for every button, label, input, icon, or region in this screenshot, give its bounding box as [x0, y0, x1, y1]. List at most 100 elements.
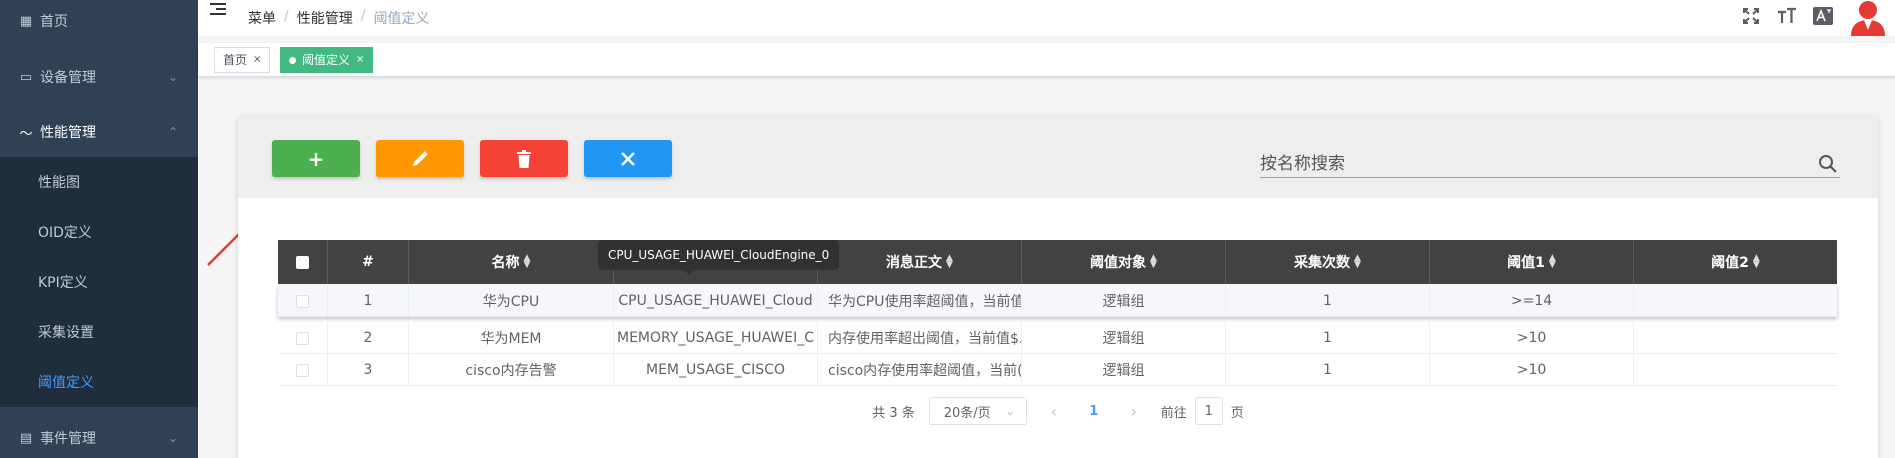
- row-select-cell: [278, 354, 328, 386]
- toolbar: +: [238, 116, 1878, 198]
- breadcrumb-item[interactable]: 性能管理: [297, 8, 353, 28]
- pagination: 共 3 条 20条/页 ⌄ ‹ 1 › 前往 1 页: [238, 396, 1878, 426]
- cell-index: 1: [328, 285, 409, 317]
- pagination-total: 共 3 条: [872, 405, 915, 421]
- next-page-button[interactable]: ›: [1121, 402, 1147, 421]
- cell-message: cisco内存使用率超阈值，当前(: [818, 354, 1022, 386]
- submenu-item-oid[interactable]: OID定义: [0, 207, 198, 257]
- column-header-threshold2[interactable]: 阈值2 ▲ ▼: [1634, 240, 1837, 284]
- font-size-icon[interactable]: [1769, 7, 1805, 30]
- column-header-object[interactable]: 阈值对象 ▲ ▼: [1022, 240, 1226, 284]
- close-icon[interactable]: ×: [253, 48, 261, 72]
- navbar-actions: [1733, 0, 1895, 36]
- column-header-label: 名称: [491, 255, 520, 271]
- column-header-index: #: [328, 240, 409, 284]
- search-input[interactable]: [1260, 152, 1800, 176]
- sort-icon[interactable]: ▲ ▼: [1354, 254, 1361, 270]
- add-button-label: +: [307, 146, 325, 171]
- submenu-item-threshold[interactable]: 阈值定义: [0, 357, 198, 407]
- table-row[interactable]: 2 华为MEM MEMORY_USAGE_HUAWEI_C 内存使用率超出阈值，…: [278, 322, 1837, 354]
- row-checkbox[interactable]: [296, 331, 309, 345]
- search-icon[interactable]: [1818, 154, 1838, 174]
- cell-threshold2: [1634, 285, 1837, 317]
- sort-icon[interactable]: ▲ ▼: [946, 254, 953, 270]
- column-header-threshold1[interactable]: 阈值1 ▲ ▼: [1430, 240, 1634, 284]
- page-size-select[interactable]: 20条/页 ⌄: [928, 397, 1027, 425]
- sort-icon[interactable]: ▲ ▼: [1549, 254, 1556, 270]
- chevron-up-icon: ⌃: [167, 125, 178, 139]
- sidebar-item-label: 首页: [40, 14, 68, 30]
- column-header-name[interactable]: 名称 ▲ ▼: [409, 240, 614, 284]
- active-dot-icon: [289, 56, 296, 64]
- edit-button[interactable]: [376, 140, 464, 177]
- submenu-item-label: KPI定义: [38, 275, 88, 291]
- font-size-svg: [1778, 7, 1796, 23]
- close-button[interactable]: [584, 140, 672, 177]
- avatar-svg: [1851, 1, 1885, 36]
- sidebar-item-devices[interactable]: ▭ 设备管理 ⌄: [0, 52, 198, 102]
- cell-threshold1: >10: [1430, 322, 1634, 354]
- cell-metric: MEMORY_USAGE_HUAWEI_C: [614, 322, 818, 354]
- page-number[interactable]: 1: [1081, 404, 1107, 419]
- cell-threshold1: >=14: [1430, 285, 1634, 317]
- table-header: # 名称 ▲ ▼ 消息正文 ▲ ▼ 阈值对象 ▲ ▼ 采集次数 ▲ ▼ 阈值1 ▲ ▼ 阈值2 ▲ ▼: [278, 240, 1837, 284]
- translate-icon[interactable]: [1805, 6, 1841, 30]
- chevron-down-icon: ⌄: [1004, 403, 1016, 419]
- laptop-icon: ▭: [19, 69, 33, 85]
- cell-name: 华为MEM: [409, 322, 614, 354]
- add-button[interactable]: +: [272, 140, 360, 177]
- sidebar-item-performance[interactable]: 〜 性能管理 ⌃: [0, 107, 198, 157]
- performance-submenu: 性能图 OID定义 KPI定义 采集设置 阈值定义: [0, 157, 198, 407]
- sort-icon[interactable]: ▲ ▼: [1150, 254, 1157, 270]
- sort-icon[interactable]: ▲ ▼: [524, 254, 531, 270]
- select-all-checkbox[interactable]: [296, 255, 309, 269]
- cell-metric: CPU_USAGE_HUAWEI_Cloud: [614, 285, 818, 317]
- sidebar-item-label: 设备管理: [40, 70, 96, 86]
- breadcrumb-item[interactable]: 菜单: [248, 8, 276, 28]
- tag-threshold[interactable]: 阈值定义 ×: [280, 47, 374, 73]
- chevron-down-icon: ⌄: [167, 431, 178, 445]
- cell-count: 1: [1226, 354, 1430, 386]
- column-header-label: 阈值1: [1507, 255, 1545, 271]
- column-header-count[interactable]: 采集次数 ▲ ▼: [1226, 240, 1430, 284]
- delete-button[interactable]: [480, 140, 568, 177]
- goto-page-input[interactable]: 1: [1194, 397, 1223, 425]
- breadcrumb-separator: /: [360, 8, 366, 24]
- breadcrumb-current: 阈值定义: [373, 11, 430, 27]
- cell-object: 逻辑组: [1022, 322, 1226, 354]
- prev-page-button[interactable]: ‹: [1041, 402, 1067, 421]
- close-icon[interactable]: ×: [356, 48, 364, 72]
- column-header-label: 阈值2: [1711, 255, 1749, 271]
- cell-name: 华为CPU: [409, 285, 614, 317]
- row-checkbox[interactable]: [296, 294, 309, 308]
- hamburger-icon[interactable]: [210, 3, 228, 19]
- tag-home[interactable]: 首页 ×: [214, 47, 271, 73]
- row-select-cell: [278, 322, 328, 354]
- user-avatar[interactable]: [1851, 0, 1885, 36]
- x-icon: [621, 151, 635, 166]
- column-header-message[interactable]: 消息正文 ▲ ▼: [818, 240, 1022, 284]
- chevron-down-icon: ⌄: [167, 70, 178, 84]
- cell-threshold2: [1634, 354, 1837, 386]
- submenu-item-label: 采集设置: [38, 325, 94, 341]
- sidebar-item-home[interactable]: ▦ 首页: [0, 0, 198, 46]
- calendar-icon: ▤: [19, 430, 33, 446]
- submenu-item-performance-chart[interactable]: 性能图: [0, 157, 198, 207]
- submenu-item-collect[interactable]: 采集设置: [0, 307, 198, 357]
- sidebar-item-events[interactable]: ▤ 事件管理 ⌄: [0, 413, 198, 458]
- column-header-label: 采集次数: [1294, 255, 1351, 271]
- table-row[interactable]: 3 cisco内存告警 MEM_USAGE_CISCO cisco内存使用率超阈…: [278, 354, 1837, 386]
- cell-name: cisco内存告警: [409, 354, 614, 386]
- sort-icon[interactable]: ▲ ▼: [1753, 254, 1760, 270]
- navbar: 菜单 / 性能管理 / 阈值定义: [198, 0, 1895, 36]
- cell-message: 华为CPU使用率超阈值，当前值: [818, 285, 1022, 317]
- submenu-item-kpi[interactable]: KPI定义: [0, 257, 198, 307]
- table-row[interactable]: 1 华为CPU CPU_USAGE_HUAWEI_Cloud 华为CPU使用率超…: [278, 285, 1837, 317]
- page-size-value: 20条/页: [943, 405, 991, 421]
- row-checkbox[interactable]: [296, 363, 309, 377]
- threshold-card: + # 名称▲▼ 消息正文▲▼ 阈值对象▲▼ 采集次数▲▼ 阈值1▲▼ 阈值2▲…: [238, 116, 1878, 458]
- fullscreen-icon[interactable]: [1733, 7, 1769, 30]
- cell-object: 逻辑组: [1022, 354, 1226, 386]
- breadcrumb-separator: /: [284, 8, 289, 24]
- cell-metric: MEM_USAGE_CISCO: [614, 354, 818, 386]
